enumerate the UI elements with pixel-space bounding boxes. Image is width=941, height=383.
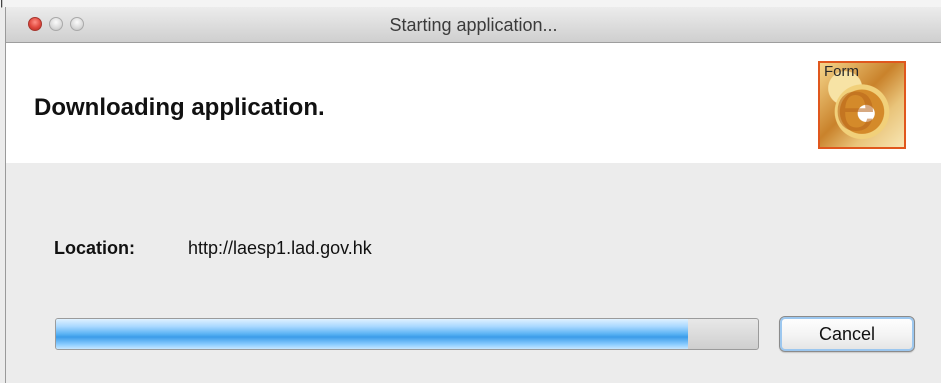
location-value: http://laesp1.lad.gov.hk xyxy=(188,238,372,258)
background-text: | xyxy=(0,0,4,8)
page-title: Downloading application. xyxy=(34,94,325,121)
progress-fill xyxy=(56,319,688,349)
window-title: Starting application... xyxy=(389,15,558,35)
header-panel: Downloading application. e Form xyxy=(6,43,941,163)
cancel-button[interactable]: Cancel xyxy=(779,316,915,352)
app-icon: e Form xyxy=(818,61,906,149)
dialog-window: Starting application... Downloading appl… xyxy=(5,7,941,383)
location-label: Location: xyxy=(54,238,135,258)
title-bar[interactable]: Starting application... xyxy=(6,7,941,43)
app-icon-label: Form xyxy=(824,63,859,80)
download-progress-bar xyxy=(55,318,759,350)
